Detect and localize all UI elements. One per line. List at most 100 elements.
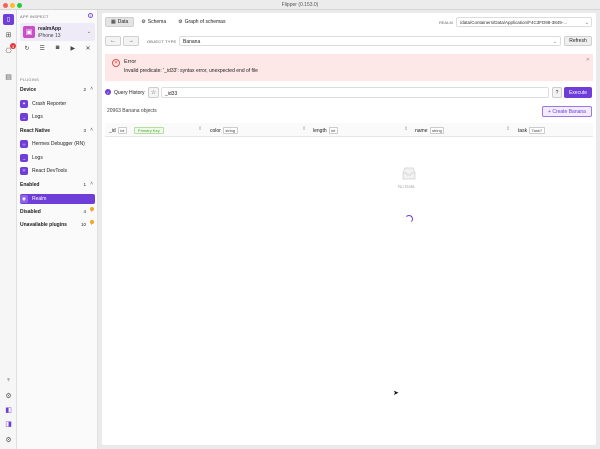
help-button[interactable]: ?	[552, 87, 562, 98]
error-banner: ✕ Error Invalid predicate: '_id33': synt…	[105, 54, 593, 81]
section-react-native[interactable]: React Native 3 ˄	[20, 127, 95, 136]
grid-icon[interactable]: ⊞	[3, 29, 14, 40]
column-name: task	[518, 127, 528, 134]
primary-key-tag: Primary Key	[133, 127, 164, 134]
left-panel-toggle-icon[interactable]: ◧	[3, 404, 14, 415]
app-inspect-icon[interactable]: ▯	[3, 14, 14, 25]
column-header-task[interactable]: task Task?	[518, 127, 545, 134]
no-data-label: No Data	[398, 184, 415, 189]
plugins-label: PLUGINS	[20, 77, 39, 82]
section-count: 10	[80, 222, 86, 227]
query-history-checkbox[interactable]: ✓	[105, 89, 111, 95]
sidebar-item-rn-logs[interactable]: → Logs	[20, 153, 95, 163]
warning-dot-icon	[90, 207, 94, 211]
code-icon: ‹›	[20, 140, 28, 148]
back-button[interactable]: ←	[105, 36, 121, 46]
column-type: int	[328, 127, 338, 134]
sort-icon[interactable]: ⇕	[506, 126, 510, 132]
section-label: Enabled	[20, 182, 40, 188]
device-name: iPhone 13	[38, 33, 61, 39]
rocket-icon[interactable]: ♆	[3, 375, 14, 386]
object-type-select[interactable]: Banana ⌄	[179, 36, 561, 46]
sidebar-item-hermes-debugger[interactable]: ‹› Hermes Debugger (RN)	[20, 139, 95, 149]
close-icon[interactable]: ✕	[586, 57, 590, 63]
section-count: 1	[83, 182, 86, 187]
sidebar-item-logs[interactable]: → Logs	[20, 112, 95, 122]
chevron-down-icon: ⌄	[552, 38, 557, 45]
schema-icon: ⚙	[141, 19, 146, 25]
section-label: Device	[20, 87, 37, 93]
section-label: React Native	[20, 128, 51, 134]
section-device[interactable]: Device 2 ˄	[20, 86, 95, 95]
react-icon: ⚛	[20, 167, 28, 175]
section-disabled[interactable]: Disabled 4 ˅	[20, 207, 95, 217]
tab-graph-of-schemas[interactable]: ⚙ Graph of schemas	[173, 17, 230, 27]
crash-icon: ✦	[20, 100, 28, 108]
table-icon: ▦	[111, 19, 116, 25]
sidebar-item-crash-reporter[interactable]: ✦ Crash Reporter	[20, 99, 95, 109]
refresh-button[interactable]: Refresh	[564, 36, 592, 46]
column-type: int	[117, 127, 127, 134]
plugin-manager-icon[interactable]: ⚙	[3, 390, 14, 401]
query-input[interactable]: _id33	[161, 87, 549, 98]
tab-schema[interactable]: ⚙ Schema	[136, 17, 171, 27]
sidebar-item-label: Hermes Debugger (RN)	[32, 141, 85, 147]
camera-icon[interactable]: ◙	[54, 45, 62, 51]
device-selector[interactable]: ▣ realmApp iPhone 13 ⌄	[20, 23, 95, 41]
column-header-color[interactable]: color string	[210, 127, 238, 134]
settings-icon[interactable]: ⚙	[3, 434, 14, 445]
reload-icon[interactable]: ↻	[23, 45, 31, 52]
title-bar: Flipper (0.153.0)	[0, 0, 600, 10]
error-icon: ✕	[112, 59, 120, 67]
star-icon[interactable]: ☆	[148, 87, 159, 98]
menu-icon[interactable]: ☰	[38, 45, 46, 52]
sidebar-item-label: React DevTools	[32, 168, 68, 174]
right-panel-toggle-icon[interactable]: ◨	[3, 418, 14, 429]
section-count: 3	[83, 128, 86, 133]
sort-icon[interactable]: ⇕	[404, 126, 408, 132]
chevron-down-icon: ⌄	[86, 29, 91, 35]
sidebar-item-label: Crash Reporter	[32, 101, 67, 107]
section-count: 2	[83, 87, 86, 92]
realm-icon: ◉	[20, 195, 28, 203]
realm-path-value: /data/Containers/Data/Application/F4C3FD…	[460, 20, 568, 25]
execute-button[interactable]: Execute	[564, 87, 592, 98]
document-icon[interactable]: ▤	[3, 71, 14, 82]
section-label: Unavailable plugins	[20, 222, 67, 228]
device-app-name: realmApp	[38, 26, 62, 32]
section-unavailable-plugins[interactable]: Unavailable plugins 10 ˅	[20, 220, 95, 230]
realm-path-select[interactable]: /data/Containers/Data/Application/F4C3FD…	[456, 17, 592, 27]
tab-data[interactable]: ▦ Data	[105, 17, 135, 27]
tab-label: Graph of schemas	[184, 19, 226, 25]
mouse-cursor-icon: ➤	[393, 390, 399, 397]
device-toolbar: ↻ ☰ ◙ ▶ ✕	[20, 43, 95, 53]
logs-icon: →	[20, 113, 28, 121]
forward-button[interactable]: →	[123, 36, 139, 46]
sort-icon[interactable]: ⇕	[302, 126, 306, 132]
column-name: color	[210, 127, 221, 134]
view-tabs: ▦ Data ⚙ Schema ⚙ Graph of schemas	[105, 17, 230, 27]
column-name: length	[313, 127, 327, 134]
empty-inbox-icon	[402, 167, 416, 180]
close-icon[interactable]: ✕	[84, 45, 92, 52]
info-icon[interactable]: i	[88, 13, 93, 18]
realm-label: REALM	[439, 20, 453, 25]
column-type: string	[429, 127, 445, 134]
column-header-length[interactable]: length int	[313, 127, 338, 134]
logs-icon: →	[20, 154, 28, 162]
section-count: 4	[83, 209, 86, 214]
tab-label: Schema	[147, 19, 167, 25]
object-type-label: OBJECT TYPE	[147, 39, 177, 44]
error-title: Error	[124, 59, 137, 65]
column-header-name[interactable]: name string	[415, 127, 445, 134]
section-enabled[interactable]: Enabled 1 ˄	[20, 181, 95, 190]
video-icon[interactable]: ▶	[69, 45, 77, 52]
sidebar-item-realm[interactable]: ◉ Realm	[20, 194, 95, 204]
graph-icon: ⚙	[178, 19, 183, 25]
section-label: Disabled	[20, 209, 41, 215]
create-object-button[interactable]: + Create Banana	[542, 106, 592, 117]
column-header-id[interactable]: _id int Primary Key	[109, 127, 164, 134]
notifications-icon[interactable]: ⎔ 3	[3, 43, 16, 56]
sidebar-item-react-devtools[interactable]: ⚛ React DevTools	[20, 166, 95, 176]
sort-icon[interactable]: ⇕	[198, 126, 202, 132]
